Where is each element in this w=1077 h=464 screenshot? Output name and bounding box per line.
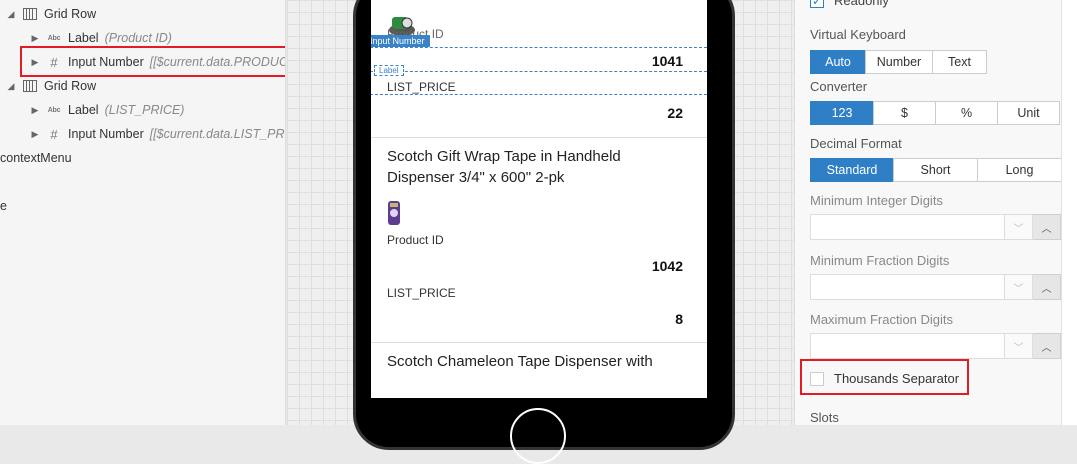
chevron-up-icon[interactable]: ︿ — [1033, 274, 1061, 300]
component-tree: ◢ Grid Row ▶ Abc Label (Product ID) ▶ # … — [0, 0, 286, 425]
tree-row-input-number-list-price[interactable]: ▶ # Input Number [[$current.data.LIST_PR… — [30, 122, 286, 146]
converter-segmented: 123 $ % Unit — [810, 101, 1060, 125]
tree-item-label: Grid Row — [44, 79, 97, 93]
readonly-label: Readonly — [834, 0, 889, 8]
vk-text-button[interactable]: Text — [932, 50, 987, 74]
virtual-keyboard-segmented: Auto Number Text — [810, 50, 987, 74]
chevron-down-icon[interactable]: ﹀ — [1005, 333, 1033, 359]
product-id-label: Product ID — [387, 233, 444, 247]
expand-arrow-icon[interactable]: ▶ — [30, 57, 40, 67]
vk-auto-button[interactable]: Auto — [810, 50, 866, 74]
selected-label-tag: Label — [374, 65, 404, 76]
phone-home-button — [510, 408, 566, 464]
tree-item-binding: [[$current.data.PRODUCT — [149, 55, 286, 69]
min-fraction-digits-heading: Minimum Fraction Digits — [810, 253, 950, 268]
df-standard-button[interactable]: Standard — [810, 158, 894, 182]
product-name: Scotch Chameleon Tape Dispenser with — [387, 353, 653, 370]
df-short-button[interactable]: Short — [893, 158, 978, 182]
list-item[interactable]: Scotch Gift Wrap Tape in Handheld Dispen… — [371, 138, 707, 343]
min-integer-digits-heading: Minimum Integer Digits — [810, 193, 943, 208]
tree-row-input-number-product[interactable]: ▶ # Input Number [[$current.data.PRODUCT — [30, 50, 286, 74]
tree-row-label-list-price[interactable]: ▶ Abc Label (LIST_PRICE) — [30, 98, 185, 122]
min-fraction-digits-field[interactable] — [810, 274, 1005, 300]
list-item[interactable]: Scotch Chameleon Tape Dispenser with — [371, 343, 707, 398]
tree-item-label: Label — [68, 31, 99, 45]
decimal-format-segmented: Standard Short Long — [810, 158, 1062, 182]
hash-icon: # — [50, 54, 58, 70]
list-price-value[interactable]: 8 — [675, 311, 683, 327]
expand-arrow-icon[interactable]: ▶ — [30, 129, 40, 139]
phone-screen: Product ID Input Number 1041 Label LIST_… — [371, 0, 707, 398]
converter-heading: Converter — [810, 79, 868, 94]
slots-heading: Slots — [810, 410, 839, 425]
selection-border — [371, 94, 707, 95]
properties-panel: ✓ Readonly Virtual Keyboard Auto Number … — [794, 0, 1077, 425]
phone-frame: Product ID Input Number 1041 Label LIST_… — [353, 0, 735, 464]
expand-arrow-icon[interactable]: ▶ — [30, 33, 40, 43]
product-thumbnail — [387, 200, 401, 231]
readonly-checkbox[interactable]: ✓ — [810, 0, 824, 8]
thousands-separator-label: Thousands Separator — [834, 371, 960, 386]
chevron-down-icon[interactable]: ﹀ — [1005, 274, 1033, 300]
virtual-keyboard-heading: Virtual Keyboard — [810, 27, 906, 42]
product-id-value[interactable]: 1042 — [652, 258, 683, 274]
max-fraction-digits-heading: Maximum Fraction Digits — [810, 312, 954, 327]
collapse-arrow-icon[interactable]: ◢ — [6, 81, 16, 91]
chevron-up-icon[interactable]: ︿ — [1033, 214, 1061, 240]
tree-item-binding: (LIST_PRICE) — [104, 103, 185, 117]
abc-label-icon: Abc — [47, 34, 61, 42]
converter-currency-button[interactable]: $ — [873, 101, 936, 125]
design-canvas: Product ID Input Number 1041 Label LIST_… — [287, 0, 793, 464]
product-name: Scotch Gift Wrap Tape in Handheld Dispen… — [387, 148, 621, 186]
chevron-up-icon[interactable]: ︿ — [1033, 333, 1061, 359]
list-price-label: LIST_PRICE — [387, 80, 456, 94]
tree-item-label: Input Number — [68, 127, 144, 141]
grid-row-icon — [22, 79, 38, 93]
converter-unit-button[interactable]: Unit — [997, 101, 1060, 125]
tree-item-label: contextMenu — [0, 151, 72, 165]
decimal-format-heading: Decimal Format — [810, 136, 902, 151]
chevron-down-icon[interactable]: ﹀ — [1005, 214, 1033, 240]
selected-component-tag: Input Number — [371, 35, 430, 47]
tree-row-context-menu[interactable]: contextMenu — [0, 146, 72, 170]
tree-row-grid-row-2[interactable]: ◢ Grid Row — [6, 74, 97, 98]
list-price-value[interactable]: 22 — [667, 105, 683, 121]
tree-row-truncated[interactable]: e — [0, 194, 7, 218]
tree-item-label: e — [0, 199, 7, 213]
tree-item-label: Label — [68, 103, 99, 117]
collapse-arrow-icon[interactable]: ◢ — [6, 9, 16, 19]
list-price-label: LIST_PRICE — [387, 286, 456, 300]
abc-label-icon: Abc — [47, 106, 61, 114]
grid-row-icon — [22, 7, 38, 21]
expand-arrow-icon[interactable]: ▶ — [30, 105, 40, 115]
vk-number-button[interactable]: Number — [865, 50, 933, 74]
hash-icon: # — [50, 126, 58, 142]
selection-border — [371, 71, 707, 72]
tree-row-label-product-id[interactable]: ▶ Abc Label (Product ID) — [30, 26, 172, 50]
converter-percent-button[interactable]: % — [935, 101, 998, 125]
thousands-separator-option[interactable]: Thousands Separator — [810, 371, 959, 386]
selection-border — [371, 47, 707, 48]
list-item[interactable]: Product ID Input Number 1041 Label LIST_… — [371, 0, 707, 138]
thousands-separator-checkbox[interactable] — [810, 371, 824, 386]
min-fraction-digits-input[interactable]: ﹀ ︿ — [810, 274, 1061, 300]
tree-item-label: Input Number — [68, 55, 144, 69]
tree-row-grid-row-1[interactable]: ◢ Grid Row — [6, 2, 97, 26]
tree-item-binding: (Product ID) — [104, 31, 172, 45]
max-fraction-digits-input[interactable]: ﹀ ︿ — [810, 333, 1061, 359]
tree-item-label: Grid Row — [44, 7, 97, 21]
product-id-value[interactable]: 1041 — [652, 53, 683, 69]
converter-123-button[interactable]: 123 — [810, 101, 874, 125]
min-integer-digits-field[interactable] — [810, 214, 1005, 240]
max-fraction-digits-field[interactable] — [810, 333, 1005, 359]
properties-scrollbar[interactable] — [1061, 0, 1077, 425]
min-integer-digits-input[interactable]: ﹀ ︿ — [810, 214, 1061, 240]
df-long-button[interactable]: Long — [977, 158, 1062, 182]
tree-item-binding: [[$current.data.LIST_PRIC — [149, 127, 286, 141]
readonly-option[interactable]: ✓ Readonly — [810, 0, 889, 8]
